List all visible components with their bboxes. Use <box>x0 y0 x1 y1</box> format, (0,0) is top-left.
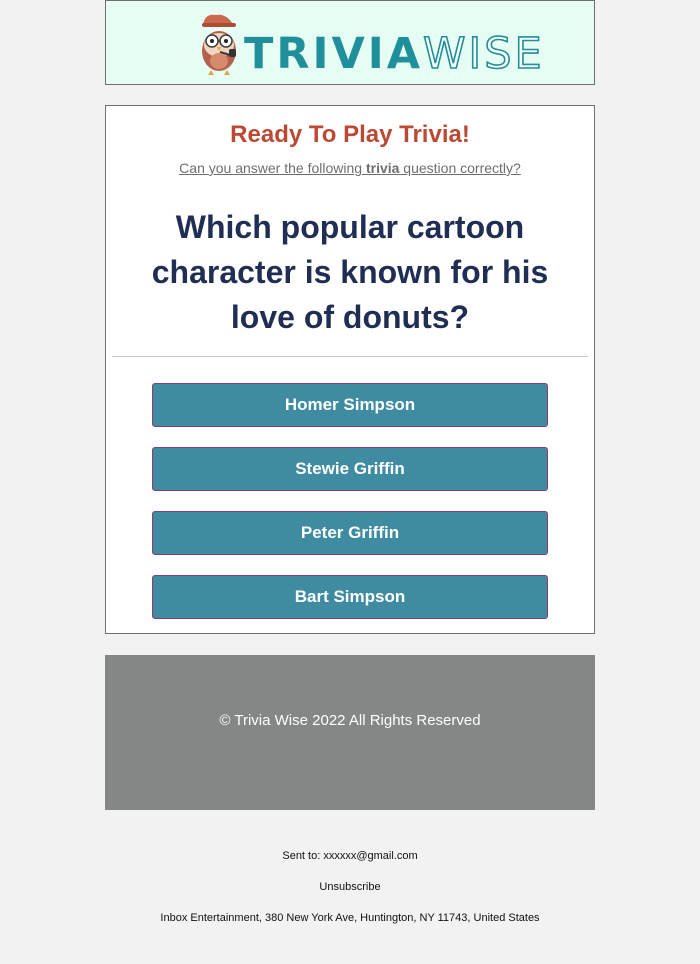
footer: © Trivia Wise 2022 All Rights Reserved <box>105 655 595 810</box>
subtitle-text-before: Can you answer the following <box>179 160 366 176</box>
subtitle-text-after: question correctly? <box>399 160 521 176</box>
sent-to-text: Sent to: xxxxxx@gmail.com <box>282 850 418 862</box>
answer-button-3[interactable]: Peter Griffin <box>152 511 548 555</box>
unsubscribe-link[interactable]: Unsubscribe <box>319 881 380 893</box>
answer-button-2[interactable]: Stewie Griffin <box>152 447 548 491</box>
brand-wordmark-part1: TRIVIA <box>244 29 423 79</box>
answer-button-4[interactable]: Bart Simpson <box>152 575 548 619</box>
card-subtitle-link[interactable]: Can you answer the following trivia ques… <box>106 158 594 178</box>
brand-logo[interactable]: TRIVIAWISE <box>194 11 542 78</box>
unsubscribe-row: Unsubscribe <box>0 880 700 894</box>
owl-with-pipe-icon <box>194 11 244 77</box>
copyright-text: © Trivia Wise 2022 All Rights Reserved <box>219 712 481 729</box>
divider <box>112 356 588 357</box>
brand-wordmark-part2: WISE <box>422 29 545 79</box>
trivia-card: Ready To Play Trivia! Can you answer the… <box>105 105 595 634</box>
answer-button-1[interactable]: Homer Simpson <box>152 383 548 427</box>
question-text: Which popular cartoon character is known… <box>151 209 549 335</box>
brand-wordmark: TRIVIAWISE <box>244 29 545 79</box>
address-text: Inbox Entertainment, 380 New York Ave, H… <box>160 912 540 924</box>
email-page: TRIVIAWISE Ready To Play Trivia! Can you… <box>0 0 700 964</box>
subtitle-text-bold: trivia <box>365 160 400 176</box>
header: TRIVIAWISE <box>105 0 595 85</box>
card-title: Ready To Play Trivia! <box>230 121 470 148</box>
